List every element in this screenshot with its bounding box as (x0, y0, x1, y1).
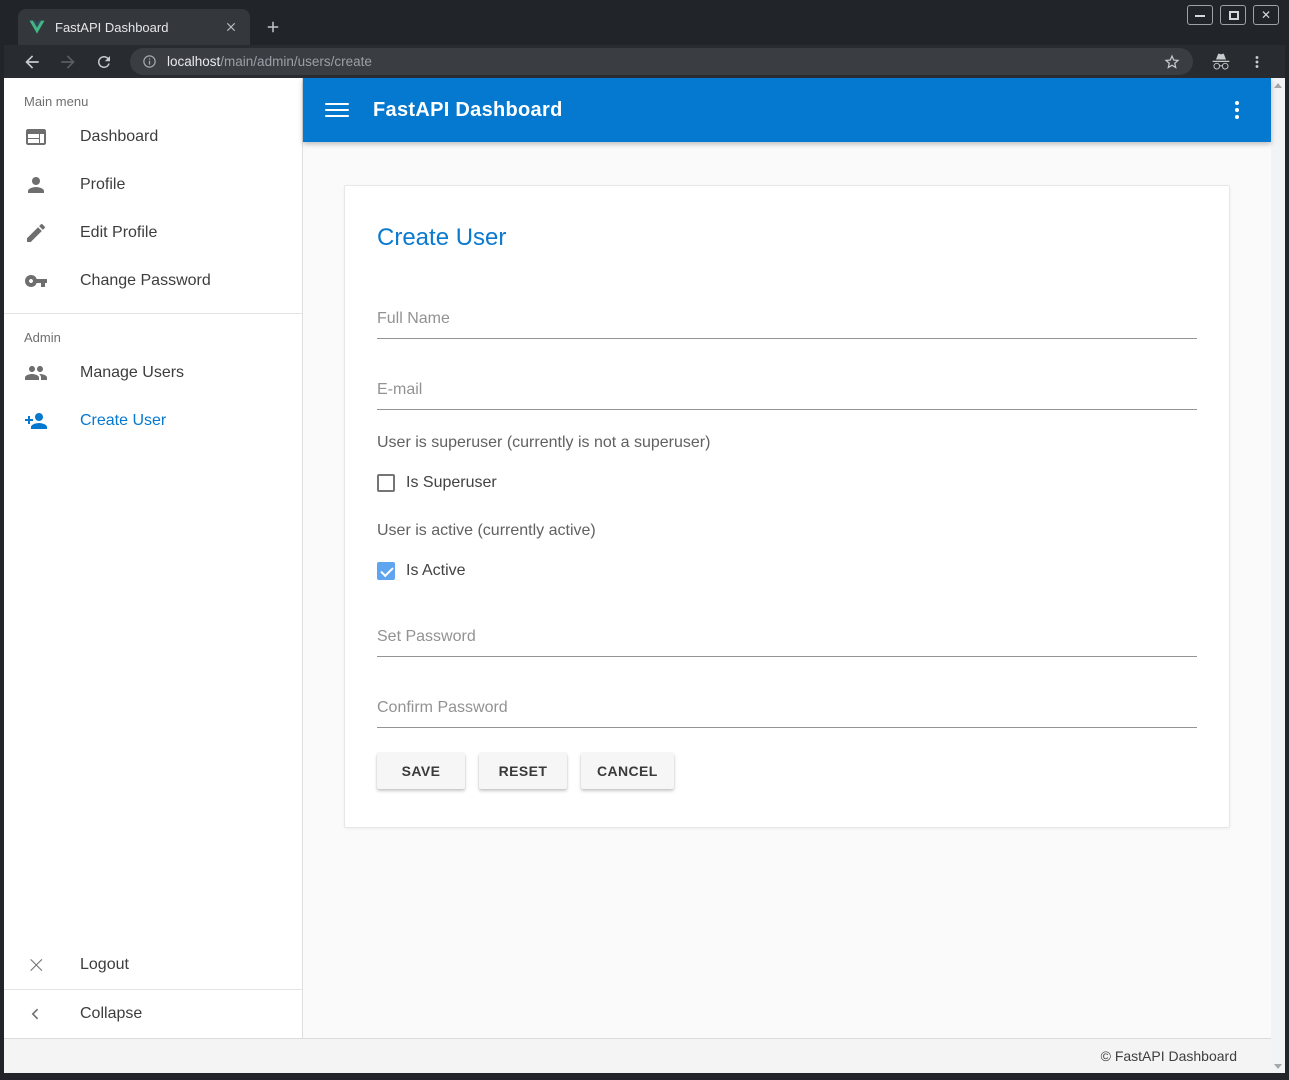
window-controls: ✕ (1187, 5, 1279, 25)
scroll-up-arrow[interactable] (1271, 78, 1285, 92)
window-maximize-button[interactable] (1220, 5, 1246, 25)
pencil-icon (24, 221, 48, 245)
email-input[interactable] (377, 381, 1197, 410)
sidebar-item-label: Create User (80, 412, 166, 430)
back-icon[interactable] (20, 50, 44, 74)
appbar-menu-icon[interactable] (1225, 98, 1249, 122)
window-minimize-button[interactable] (1187, 5, 1213, 25)
page-title: Create User (377, 224, 1197, 252)
reload-icon[interactable] (92, 50, 116, 74)
browser-titlebar: FastAPI Dashboard ✕ (4, 0, 1285, 45)
sidebar-item-change-password[interactable]: Change Password (4, 257, 302, 305)
create-user-card: Create User User is superuser (currently… (344, 185, 1230, 828)
url-path: /main/admin/users/create (220, 54, 372, 69)
superuser-checkbox-row: Is Superuser (377, 474, 1197, 492)
confirm-password-field-wrap (377, 699, 1197, 728)
scroll-down-arrow[interactable] (1271, 1059, 1285, 1073)
cancel-button[interactable]: CANCEL (581, 753, 674, 789)
footer-text: © FastAPI Dashboard (1101, 1048, 1237, 1064)
window-close-button[interactable]: ✕ (1253, 5, 1279, 25)
sidebar-divider (4, 313, 302, 314)
sidebar-item-label: Collapse (80, 1005, 142, 1023)
sidebar-item-collapse[interactable]: Collapse (4, 990, 302, 1038)
sidebar-item-create-user[interactable]: Create User (4, 397, 302, 445)
url-host: localhost (167, 54, 220, 69)
page-viewport: Main menu Dashboard Profile (4, 78, 1285, 1073)
form-actions: SAVE RESET CANCEL (377, 753, 1197, 789)
sidebar-section-admin: Admin (24, 330, 302, 345)
appbar: FastAPI Dashboard (303, 78, 1271, 142)
chevron-left-icon (24, 1002, 48, 1026)
browser-window: FastAPI Dashboard ✕ localhost/ (0, 0, 1289, 1080)
page-info-icon[interactable] (142, 54, 157, 69)
active-checkbox-label: Is Active (406, 562, 466, 580)
sidebar-item-label: Logout (80, 956, 129, 974)
save-button[interactable]: SAVE (377, 753, 465, 789)
confirm-password-input[interactable] (377, 699, 1197, 728)
superuser-checkbox[interactable] (377, 474, 395, 492)
incognito-icon (1209, 50, 1233, 74)
browser-tab[interactable]: FastAPI Dashboard (18, 9, 250, 45)
people-icon (24, 361, 48, 385)
url-bar[interactable]: localhost/main/admin/users/create (130, 48, 1193, 75)
full-name-input[interactable] (377, 310, 1197, 339)
main-area: FastAPI Dashboard Create User (303, 78, 1271, 1038)
sidebar: Main menu Dashboard Profile (4, 78, 303, 1038)
set-password-input[interactable] (377, 628, 1197, 657)
superuser-checkbox-label: Is Superuser (406, 474, 497, 492)
forward-icon[interactable] (56, 50, 80, 74)
email-field-wrap (377, 381, 1197, 410)
reset-button[interactable]: RESET (479, 753, 567, 789)
key-icon (24, 269, 48, 293)
dashboard-icon (24, 125, 48, 149)
sidebar-item-manage-users[interactable]: Manage Users (4, 349, 302, 397)
sidebar-item-label: Dashboard (80, 128, 158, 146)
close-icon (24, 953, 48, 977)
new-tab-button[interactable] (258, 12, 288, 42)
sidebar-item-logout[interactable]: Logout (4, 941, 302, 989)
active-hint: User is active (currently active) (377, 522, 1197, 540)
sidebar-item-dashboard[interactable]: Dashboard (4, 113, 302, 161)
sidebar-item-label: Change Password (80, 272, 211, 290)
content-area: Create User User is superuser (currently… (303, 142, 1271, 1038)
sidebar-item-label: Profile (80, 176, 125, 194)
set-password-field-wrap (377, 628, 1197, 657)
browser-toolbar: localhost/main/admin/users/create (4, 45, 1285, 78)
sidebar-item-profile[interactable]: Profile (4, 161, 302, 209)
superuser-hint: User is superuser (currently is not a su… (377, 434, 1197, 452)
full-name-field-wrap (377, 310, 1197, 339)
page-footer: © FastAPI Dashboard (4, 1038, 1271, 1073)
tab-title: FastAPI Dashboard (55, 20, 222, 35)
bookmark-star-icon[interactable] (1163, 53, 1181, 71)
active-checkbox-row: Is Active (377, 562, 1197, 580)
tab-close-icon[interactable] (222, 18, 240, 36)
page-scrollbar[interactable] (1271, 78, 1285, 1073)
sidebar-item-label: Manage Users (80, 364, 184, 382)
active-checkbox[interactable] (377, 562, 395, 580)
person-add-icon (24, 409, 48, 433)
vue-logo-icon (28, 18, 46, 36)
hamburger-menu-icon[interactable] (325, 98, 349, 122)
sidebar-section-main-menu: Main menu (24, 94, 302, 109)
sidebar-item-edit-profile[interactable]: Edit Profile (4, 209, 302, 257)
appbar-title: FastAPI Dashboard (373, 99, 563, 122)
browser-menu-icon[interactable] (1245, 50, 1269, 74)
sidebar-item-label: Edit Profile (80, 224, 157, 242)
person-icon (24, 173, 48, 197)
